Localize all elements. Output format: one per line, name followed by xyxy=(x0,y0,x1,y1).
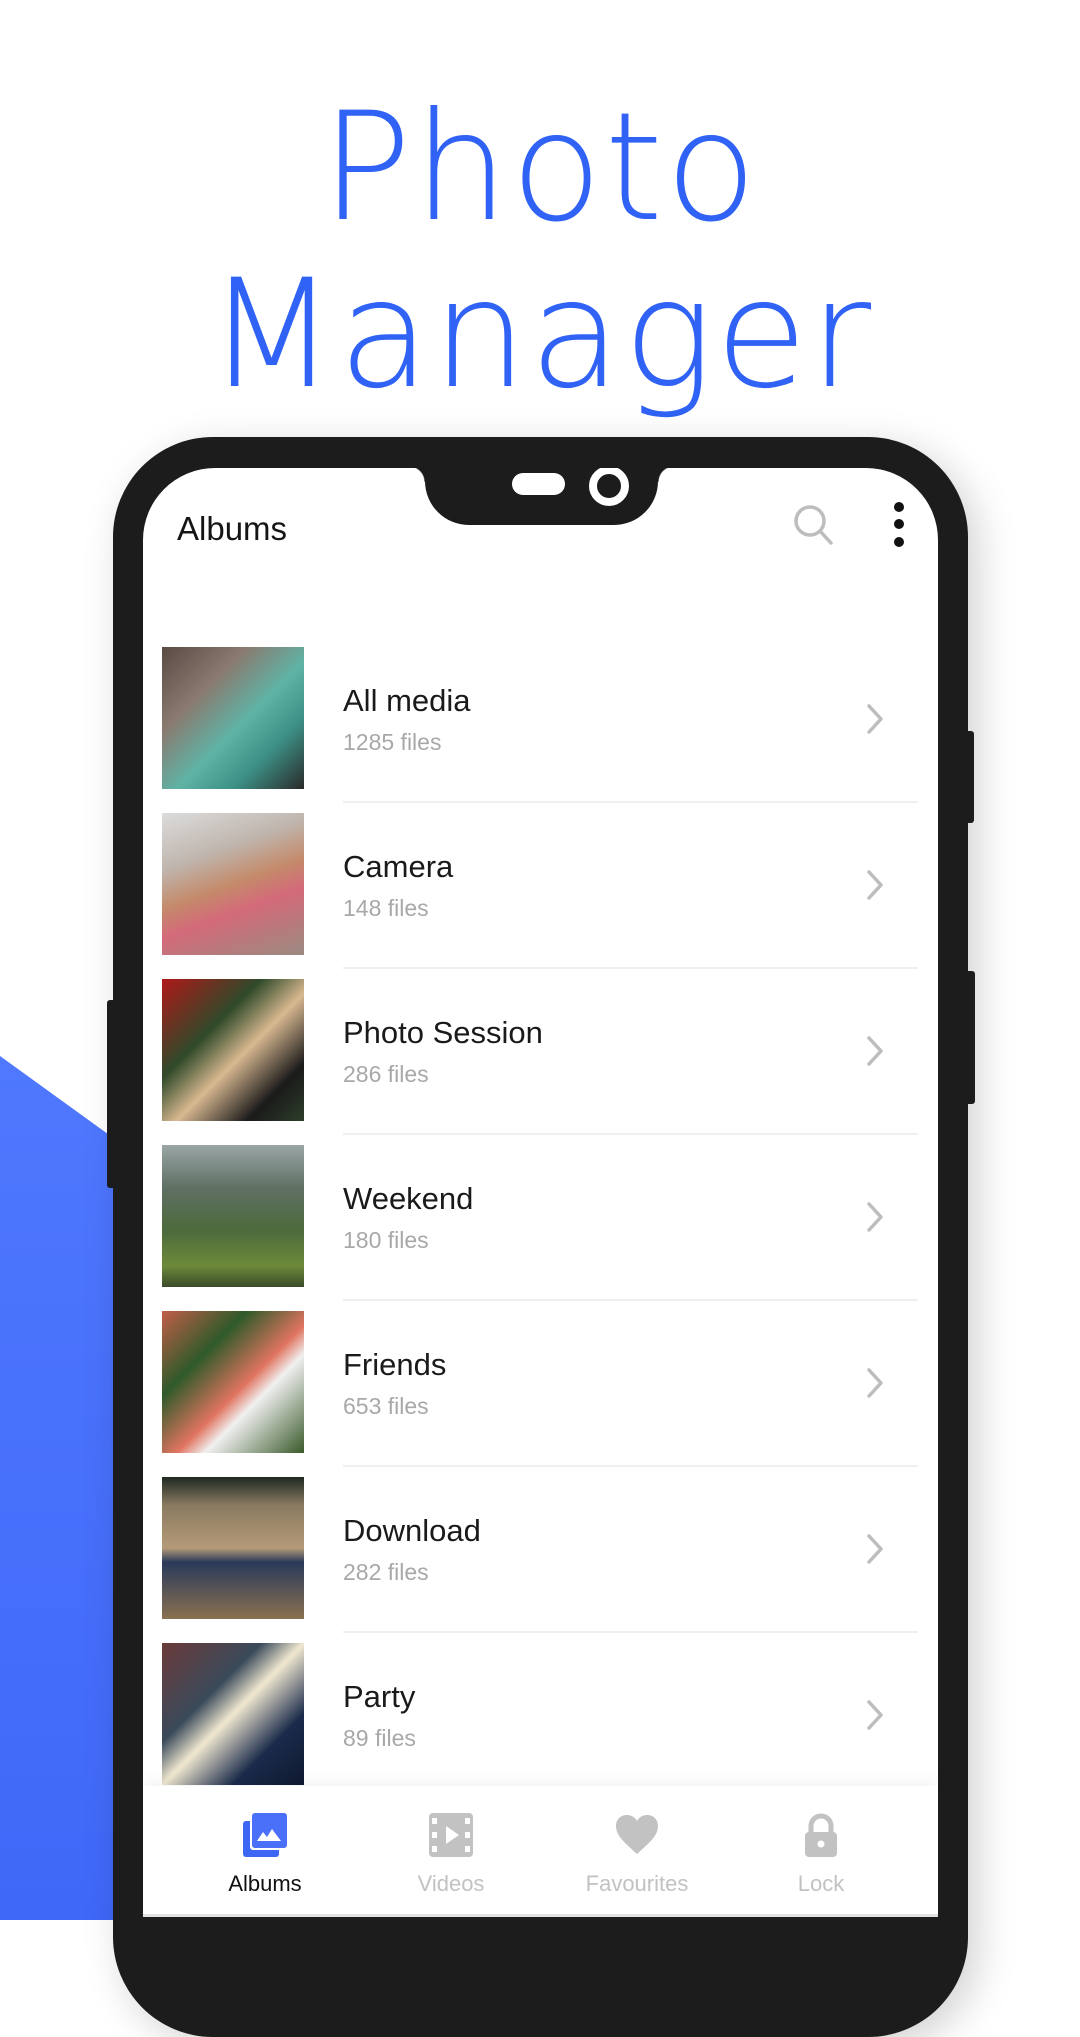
album-row[interactable]: Photo Session 286 files xyxy=(143,979,938,1145)
album-name: Party xyxy=(343,1679,416,1714)
phone-notch xyxy=(409,468,674,525)
nav-label-favourites: Favourites xyxy=(585,1871,689,1896)
hero-title-line-1: Photo xyxy=(321,81,759,255)
album-row[interactable]: Weekend 180 files xyxy=(143,1145,938,1311)
chevron-right-icon xyxy=(867,870,883,900)
album-name: Friends xyxy=(343,1347,447,1382)
heart-icon xyxy=(616,1815,658,1854)
album-file-count: 89 files xyxy=(343,1725,416,1751)
album-row[interactable]: Download 282 files xyxy=(143,1477,938,1643)
album-thumbnail xyxy=(162,1643,304,1785)
album-file-count: 148 files xyxy=(343,895,429,921)
row-divider xyxy=(343,1133,918,1135)
front-camera xyxy=(589,468,629,506)
album-name: Weekend xyxy=(343,1181,474,1216)
album-name: Photo Session xyxy=(343,1015,543,1050)
chevron-right-icon xyxy=(867,704,883,734)
albums-icon xyxy=(243,1813,287,1857)
chevron-right-icon xyxy=(867,1368,883,1398)
more-options-button[interactable] xyxy=(887,500,911,548)
album-file-count: 653 files xyxy=(343,1393,429,1419)
video-film-icon xyxy=(429,1813,473,1857)
album-thumbnail xyxy=(162,1477,304,1619)
chevron-right-icon xyxy=(867,1202,883,1232)
album-thumbnail xyxy=(162,979,304,1121)
album-name: All media xyxy=(343,683,471,718)
screen-bottom-edge xyxy=(143,1914,938,1917)
chevron-right-icon xyxy=(867,1534,883,1564)
chevron-right-icon xyxy=(867,1700,883,1730)
nav-tab-albums[interactable]: Albums xyxy=(175,1786,355,1917)
album-row[interactable]: Friends 653 files xyxy=(143,1311,938,1477)
phone-screen: Albums All media 1285 files Camera 148 file… xyxy=(143,468,938,1917)
search-icon xyxy=(794,505,833,545)
hero-title-line-2: Manager xyxy=(206,248,874,422)
nav-tab-lock[interactable]: Lock xyxy=(731,1786,911,1917)
album-file-count: 180 files xyxy=(343,1227,429,1253)
album-thumbnail xyxy=(162,647,304,789)
row-divider xyxy=(343,801,918,803)
album-name: Camera xyxy=(343,849,454,884)
nav-label-lock: Lock xyxy=(797,1871,845,1896)
search-button[interactable] xyxy=(791,502,835,546)
row-divider xyxy=(343,1299,918,1301)
nav-tab-videos[interactable]: Videos xyxy=(361,1786,541,1917)
album-thumbnail xyxy=(162,1145,304,1287)
bottom-navigation: Albums Videos Favourites Lock xyxy=(143,1786,938,1917)
album-thumbnail xyxy=(162,1311,304,1453)
row-divider xyxy=(343,1631,918,1633)
nav-label-albums: Albums xyxy=(228,1871,302,1896)
album-row[interactable]: Camera 148 files xyxy=(143,813,938,979)
album-file-count: 282 files xyxy=(343,1559,429,1585)
page-title: Albums xyxy=(177,510,288,547)
chevron-right-icon xyxy=(867,1036,883,1066)
speaker-grille xyxy=(512,473,565,495)
album-thumbnail xyxy=(162,813,304,955)
album-file-count: 286 files xyxy=(343,1061,429,1087)
album-name: Download xyxy=(343,1513,481,1548)
album-file-count: 1285 files xyxy=(343,729,442,755)
album-row[interactable]: Party 89 files xyxy=(143,1643,938,1809)
album-row[interactable]: All media 1285 files xyxy=(143,647,938,813)
lock-icon xyxy=(805,1813,837,1857)
nav-label-videos: Videos xyxy=(417,1871,485,1896)
nav-tab-favourites[interactable]: Favourites xyxy=(547,1786,727,1917)
row-divider xyxy=(343,1465,918,1467)
row-divider xyxy=(343,967,918,969)
